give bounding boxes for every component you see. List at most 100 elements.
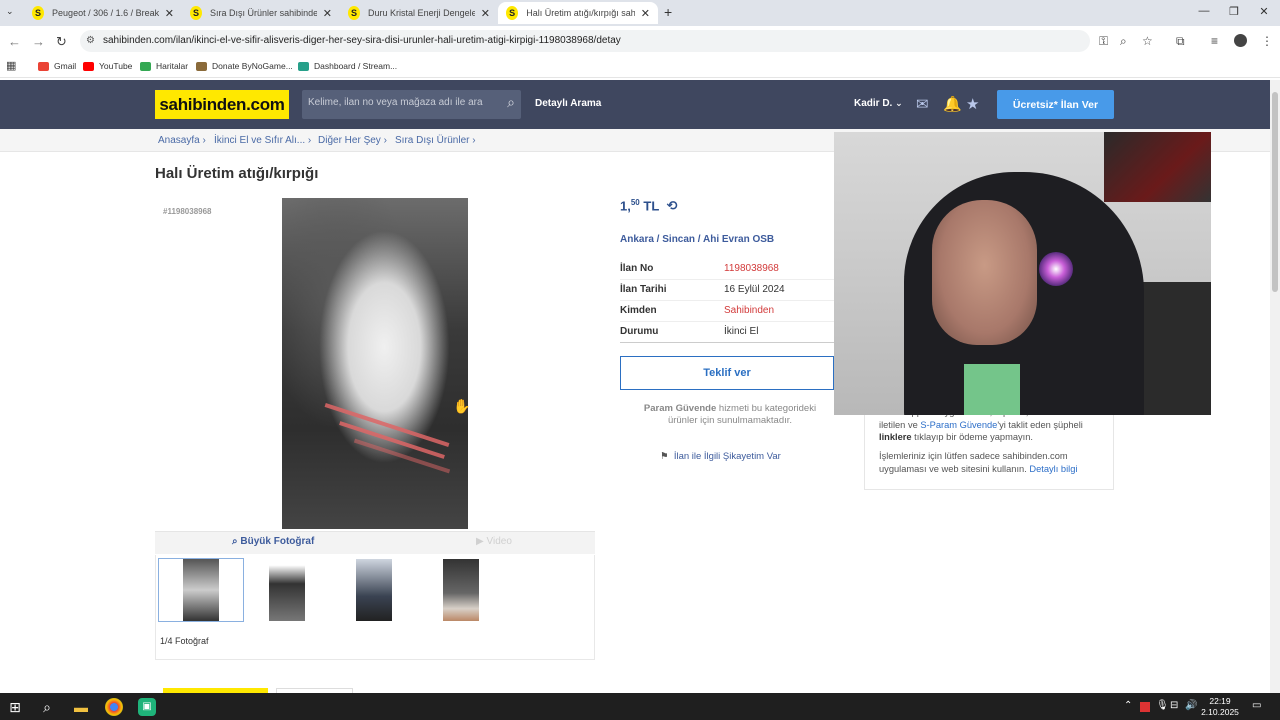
info-value: 1198038968 — [724, 263, 779, 274]
thumbnail-1[interactable] — [183, 559, 219, 621]
minimize-icon[interactable]: — — [1194, 5, 1214, 17]
tab-title: Halı Üretim atığı/kırpığı sahibin — [526, 8, 635, 18]
site-logo[interactable]: sahibinden.com — [155, 90, 289, 119]
big-photo-tab[interactable]: ⌕ Büyük Fotoğraf — [232, 536, 314, 547]
tab-close-icon[interactable]: ✕ — [641, 7, 650, 20]
warning-part: 'yi taklit eden şüpheli — [997, 419, 1083, 430]
notification-center-icon[interactable]: ▭ — [1252, 700, 1261, 711]
reload-icon[interactable]: ↻ — [56, 34, 67, 50]
video-label: Video — [486, 536, 512, 547]
messages-icon[interactable]: ✉ — [916, 95, 929, 113]
apps-grid-icon[interactable]: ▦ — [6, 59, 16, 72]
volume-icon[interactable]: 🔊 — [1185, 700, 1197, 711]
info-value: 16 Eylül 2024 — [724, 284, 785, 295]
chrome-icon[interactable] — [105, 698, 123, 716]
site-info-icon[interactable]: ⚙ — [86, 30, 95, 52]
browser-tab-4-active[interactable]: S Halı Üretim atığı/kırpığı sahibin ✕ — [498, 2, 658, 24]
search-icon[interactable]: ⌕ — [38, 698, 56, 716]
zoom-icon[interactable]: ⌕ — [1120, 34, 1127, 49]
breadcrumb-item[interactable]: Sıra Dışı Ürünler › — [395, 135, 476, 146]
complaint-link[interactable]: ⚑ İlan ile İlgili Şikayetim Var — [660, 451, 781, 462]
search-input[interactable] — [308, 97, 486, 108]
warning-text-2: İşlemleriniz için lütfen sadece sahibind… — [879, 450, 1107, 475]
bookmark-label: Dashboard / Stream... — [314, 61, 398, 71]
new-tab-icon[interactable]: + — [664, 4, 672, 20]
microphone-icon[interactable]: 🎙 — [1156, 700, 1169, 711]
user-menu[interactable]: Kadir D. ⌄ — [854, 98, 903, 109]
tray-app-icon[interactable] — [1140, 702, 1150, 712]
breadcrumb-item[interactable]: Anasayfa › — [158, 135, 206, 146]
tab-title: Sıra Dışı Ürünler sahibinden.com — [210, 8, 317, 18]
favicon-icon: S — [190, 6, 203, 20]
file-explorer-icon[interactable]: ▬ — [72, 698, 90, 716]
bookmark-maps[interactable]: Haritalar — [140, 61, 188, 71]
mouse-pointer-icon: ✋ — [453, 398, 471, 414]
taskbar-clock[interactable]: 22:19 2.10.2025 — [1198, 696, 1242, 718]
tab-close-icon[interactable]: ✕ — [165, 7, 174, 20]
media-tabs — [155, 531, 595, 554]
divider — [620, 342, 834, 343]
close-window-icon[interactable]: ✕ — [1254, 5, 1274, 18]
profile-avatar[interactable] — [1234, 34, 1247, 47]
url-field[interactable]: ⚙ sahibinden.com/ilan/ikinci-el-ve-sifir… — [80, 30, 1090, 52]
thumbnail-4[interactable] — [443, 559, 479, 621]
info-key: Durumu — [620, 326, 659, 337]
info-key: İlan Tarihi — [620, 284, 667, 295]
warning-part: tıklayıp bir ödeme yapmayın. — [911, 432, 1033, 442]
bookmark-star-icon[interactable]: ☆ — [1142, 34, 1153, 48]
windows-start-icon[interactable]: ⊞ — [6, 698, 24, 716]
param-note-bold: Param Güvende — [643, 403, 717, 414]
media-controls-icon[interactable]: ≡ — [1211, 34, 1218, 48]
breadcrumb-item[interactable]: İkinci El ve Sıfır Alı... › — [214, 135, 311, 146]
breadcrumb-label: Anasayfa — [158, 135, 200, 146]
bookmark-dashboard[interactable]: Dashboard / Stream... — [298, 61, 397, 71]
person-face — [932, 200, 1037, 345]
notifications-bell-icon[interactable]: 🔔 — [943, 95, 962, 113]
favicon-icon: S — [32, 6, 45, 20]
photo-count: 1/4 Fotoğraf — [160, 636, 209, 646]
network-icon[interactable]: ⊟ — [1170, 700, 1178, 711]
tab-close-icon[interactable]: ✕ — [481, 7, 490, 20]
info-row-ad-no: İlan No 1198038968 — [620, 259, 834, 280]
user-name: Kadir D. — [854, 98, 893, 109]
tab-close-icon[interactable]: ✕ — [323, 7, 332, 20]
price-history-icon[interactable]: ⟲ — [667, 198, 678, 213]
extensions-icon[interactable]: ⧉ — [1176, 34, 1185, 49]
page-scrollbar[interactable] — [1270, 80, 1280, 693]
bookmark-gmail[interactable]: Gmail — [38, 61, 76, 71]
detailed-search-link[interactable]: Detaylı Arama — [535, 98, 601, 109]
favorites-star-icon[interactable]: ★ — [966, 95, 979, 113]
back-icon[interactable]: ← — [8, 34, 21, 49]
param-guvende-link[interactable]: S-Param Güvende — [920, 420, 997, 430]
price: 1,50 TL ⟲ — [620, 198, 678, 214]
forward-icon[interactable]: → — [32, 34, 45, 49]
search-icon[interactable]: ⌕ — [507, 94, 515, 111]
thumbnail-2[interactable] — [269, 559, 305, 621]
scrollbar-thumb[interactable] — [1272, 92, 1278, 292]
clock-date: 2.10.2025 — [1201, 707, 1239, 717]
browser-tab-1[interactable]: S Peugeot / 306 / 1.6 / Break Plat ✕ — [24, 2, 182, 24]
play-icon: ▶ — [476, 536, 484, 547]
info-row-condition: Durumu İkinci El — [620, 322, 834, 343]
background-poster — [1104, 132, 1211, 202]
make-offer-button[interactable]: Teklif ver — [620, 356, 834, 390]
main-photo[interactable] — [282, 198, 468, 529]
favicon-icon: S — [348, 6, 361, 20]
tab-search-icon[interactable]: ⌄ — [6, 6, 14, 17]
browser-tab-3[interactable]: S Duru Kristal Enerji Dengeleme ✕ — [340, 2, 498, 24]
breadcrumb-item[interactable]: Diğer Her Şey › — [318, 135, 387, 146]
tray-arrow-icon[interactable]: ⌃ — [1124, 700, 1132, 711]
app-icon[interactable]: ▣ — [138, 698, 156, 716]
post-ad-button[interactable]: Ücretsiz* İlan Ver — [997, 90, 1114, 119]
restore-icon[interactable]: ❐ — [1224, 5, 1244, 18]
password-key-icon[interactable]: ⚿ — [1099, 34, 1108, 49]
details-link[interactable]: Detaylı bilgi — [1029, 464, 1077, 474]
browser-tab-2[interactable]: S Sıra Dışı Ürünler sahibinden.com ✕ — [182, 2, 340, 24]
bookmark-donate[interactable]: Donate ByNoGame... — [196, 61, 293, 71]
location-link[interactable]: Ankara / Sincan / Ahi Evran OSB — [620, 234, 774, 245]
bookmark-youtube[interactable]: YouTube — [83, 61, 132, 71]
param-guvende-note: Param Güvende hizmeti bu kategorideki ür… — [630, 403, 830, 427]
menu-kebab-icon[interactable]: ⋮ — [1261, 34, 1273, 48]
price-unit: TL — [643, 198, 660, 214]
thumbnail-3[interactable] — [356, 559, 392, 621]
